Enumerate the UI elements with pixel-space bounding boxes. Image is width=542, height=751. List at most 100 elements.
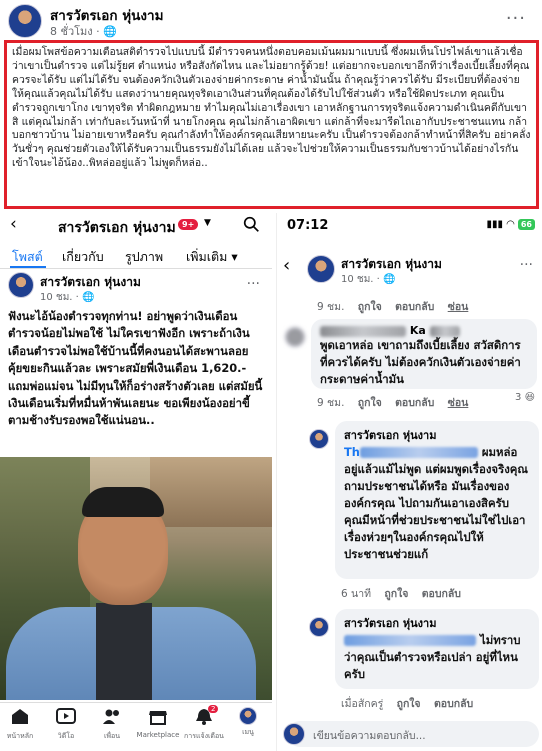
reply-author-name[interactable]: สารวัตรเอก หุ่นงาม bbox=[344, 614, 530, 632]
friends-icon bbox=[103, 709, 119, 724]
notification-badge: 9+ bbox=[178, 219, 199, 230]
like-link[interactable]: ถูกใจ bbox=[358, 397, 382, 409]
reply-bubble: สารวัตรเอก หุ่นงาม Th ผมหล่อ อยู่แล้วแม้… bbox=[335, 421, 539, 579]
comment-text: พูดเอาหล่อ เขาถามถึงเบี้ยเลี้ยง สวัสดิกา… bbox=[320, 338, 521, 386]
comment-actions: 9 ชม. ถูกใจ ตอบกลับ ซ่อน bbox=[317, 394, 468, 411]
author-avatar[interactable] bbox=[8, 4, 42, 38]
comment-time: เมื่อสักครู่ bbox=[341, 698, 384, 710]
nav-label: หน้าหลัก bbox=[6, 732, 34, 740]
page-topbar: ‹ สารวัตรเอก หุ่นงาม 9+ ▼ bbox=[0, 213, 272, 239]
tab-posts[interactable]: โพสต์ bbox=[12, 247, 43, 267]
post-text: เมื่อผมโพสข้อความเตือนสติตำรวจไปแบบนี้ ม… bbox=[12, 46, 531, 170]
nav-menu[interactable]: เมนู bbox=[224, 707, 272, 738]
search-icon[interactable] bbox=[243, 216, 260, 233]
left-post-text: ฟังนะไอ้น้องตำรวจทุกท่าน! อย่าพูดว่าเงิน… bbox=[8, 309, 263, 428]
status-icons: ▮▮▮ ◠ 66 bbox=[486, 219, 535, 230]
menu-avatar bbox=[239, 707, 257, 725]
photo-roof bbox=[150, 457, 272, 527]
blurred-name bbox=[429, 325, 460, 337]
hide-link[interactable]: ซ่อน bbox=[448, 397, 469, 409]
like-link[interactable]: ถูกใจ bbox=[384, 588, 408, 600]
nav-home[interactable]: หน้าหลัก bbox=[0, 707, 44, 742]
mention-head[interactable]: Th bbox=[344, 445, 360, 459]
back-arrow-icon[interactable]: ‹ bbox=[283, 255, 290, 276]
commenter-name[interactable]: Ka bbox=[320, 324, 528, 337]
reply-input[interactable]: เขียนข้อความตอบกลับ... bbox=[283, 721, 539, 747]
chevron-down-icon[interactable]: ▼ bbox=[204, 218, 211, 228]
like-link[interactable]: ถูกใจ bbox=[397, 698, 421, 710]
blurred-mention[interactable] bbox=[359, 447, 478, 458]
nav-friends[interactable]: เพื่อน bbox=[88, 707, 136, 742]
reply-placeholder: เขียนข้อความตอบกลับ... bbox=[313, 730, 426, 742]
more-options-icon[interactable]: ··· bbox=[506, 8, 526, 29]
blurred-mention[interactable] bbox=[344, 635, 476, 646]
comment-time: 9 ชม. bbox=[317, 397, 345, 409]
back-arrow-icon[interactable]: ‹ bbox=[10, 214, 17, 234]
reply-author-name[interactable]: สารวัตรเอก หุ่นงาม bbox=[344, 426, 530, 444]
comment-bubble: Ka พูดเอาหล่อ เขาถามถึงเบี้ยเลี้ยง สวัสด… bbox=[311, 319, 537, 389]
reply-link[interactable]: ตอบกลับ bbox=[395, 397, 434, 409]
author-avatar[interactable] bbox=[8, 272, 34, 298]
more-options-icon[interactable]: ··· bbox=[520, 257, 533, 273]
post-photo[interactable] bbox=[0, 457, 272, 700]
post-text-box: เมื่อผมโพสข้อความเตือนสติตำรวจไปแบบนี้ ม… bbox=[4, 40, 539, 209]
reply-text: Th ผมหล่อ อยู่แล้วแม้ไม่พูด แต่ผมพูดเรื่… bbox=[344, 444, 530, 563]
reaction-number: 3 bbox=[515, 392, 522, 403]
battery-icon: 66 bbox=[517, 219, 535, 230]
nav-label: การแจ้งเตือน bbox=[184, 732, 224, 740]
author-avatar[interactable] bbox=[309, 429, 329, 449]
left-screenshot: ‹ สารวัตรเอก หุ่นงาม 9+ ▼ โพสต์ เกี่ยวกั… bbox=[0, 213, 272, 751]
photo-hair bbox=[82, 487, 164, 517]
video-icon bbox=[56, 708, 76, 724]
post-time[interactable]: 10 ชม. · 🌐 bbox=[341, 272, 395, 287]
nav-notifications[interactable]: 2 การแจ้งเตือน bbox=[180, 705, 228, 742]
status-clock: 07:12 bbox=[287, 218, 329, 233]
photo-inner-shirt bbox=[96, 603, 152, 700]
post-time[interactable]: 10 ชม. · 🌐 bbox=[40, 290, 94, 305]
reply-text-body: ว่าคุณเป็นตำรวจหรือเปล่า อยู่ที่ไหนครับ bbox=[344, 650, 518, 681]
nav-label: วิดีโอ bbox=[57, 732, 75, 740]
comments-header: ‹ สารวัตรเอก หุ่นงาม 10 ชม. · 🌐 ··· bbox=[277, 251, 542, 289]
reply-bubble: สารวัตรเอก หุ่นงาม ไม่ทราบ ว่าคุณเป็นตำร… bbox=[335, 609, 539, 689]
my-avatar bbox=[283, 723, 305, 745]
commenter-avatar[interactable] bbox=[285, 327, 305, 347]
hide-link[interactable]: ซ่อน bbox=[448, 301, 469, 313]
nav-label: เมนู bbox=[242, 728, 254, 736]
comment-actions: เมื่อสักครู่ ถูกใจ ตอบกลับ bbox=[341, 695, 483, 712]
haha-icon: 😆 bbox=[524, 392, 535, 403]
comment-time: 6 นาที bbox=[341, 588, 372, 600]
reply-text-start: ผมหล่อ bbox=[481, 445, 518, 459]
reply-text-body: อยู่แล้วแม้ไม่พูด แต่ผมพูดเรื่องจริงคุณถ… bbox=[344, 462, 528, 561]
author-avatar[interactable] bbox=[309, 617, 329, 637]
reply-link[interactable]: ตอบกลับ bbox=[434, 698, 473, 710]
marketplace-icon bbox=[149, 711, 167, 725]
reply-link[interactable]: ตอบกลับ bbox=[395, 301, 434, 313]
signal-wifi-icon: ▮▮▮ ◠ bbox=[486, 219, 515, 230]
reply-text-start: ไม่ทราบ bbox=[479, 633, 521, 647]
nav-label: Marketplace bbox=[136, 731, 180, 739]
home-icon bbox=[12, 709, 28, 724]
tab-photos[interactable]: รูปภาพ bbox=[125, 247, 163, 267]
nav-video[interactable]: วิดีโอ bbox=[42, 707, 90, 742]
nav-marketplace[interactable]: Marketplace bbox=[134, 707, 182, 739]
post-time[interactable]: 8 ชั่วโมง · 🌐 bbox=[50, 22, 117, 40]
comment-actions: 9 ชม. ถูกใจ ตอบกลับ ซ่อน bbox=[317, 298, 468, 315]
tab-about[interactable]: เกี่ยวกับ bbox=[62, 247, 104, 267]
nav-label: เพื่อน bbox=[104, 732, 120, 740]
post-header: สารวัตรเอก หุ่นงาม 8 ชั่วโมง · 🌐 ··· bbox=[0, 0, 542, 40]
blurred-name bbox=[320, 325, 406, 337]
notification-count-badge: 2 bbox=[208, 705, 219, 713]
status-bar: 07:12 ▮▮▮ ◠ 66 bbox=[277, 213, 542, 241]
left-post-header: สารวัตรเอก หุ่นงาม 10 ชม. · 🌐 ··· bbox=[0, 271, 272, 307]
comment-time: 9 ชม. bbox=[317, 301, 345, 313]
reaction-count[interactable]: 3 😆 bbox=[515, 392, 535, 403]
comment-actions: 6 นาที ถูกใจ ตอบกลับ bbox=[341, 585, 471, 602]
tab-more[interactable]: เพิ่มเติม ▾ bbox=[186, 247, 238, 267]
commenter-name-tail: Ka bbox=[409, 324, 426, 337]
like-link[interactable]: ถูกใจ bbox=[358, 301, 382, 313]
author-avatar[interactable] bbox=[307, 255, 335, 283]
reply-link[interactable]: ตอบกลับ bbox=[422, 588, 461, 600]
right-screenshot: 07:12 ▮▮▮ ◠ 66 ‹ สารวัตรเอก หุ่นงาม 10 ชม… bbox=[276, 213, 542, 751]
more-options-icon[interactable]: ··· bbox=[247, 276, 260, 292]
active-tab-indicator bbox=[10, 266, 46, 268]
